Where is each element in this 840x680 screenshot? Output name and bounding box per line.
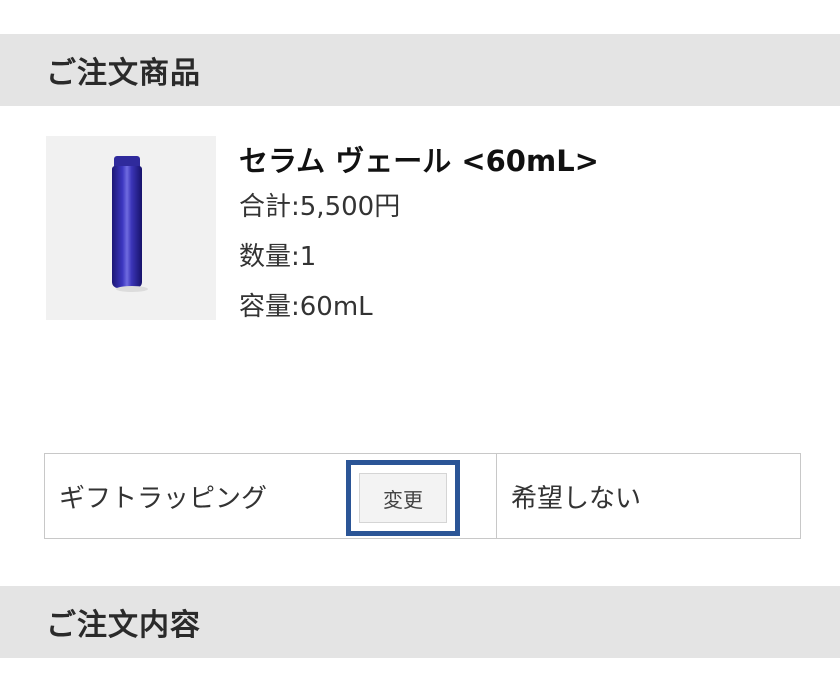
gift-wrapping-row: ギフトラッピング 変更 希望しない: [44, 453, 801, 539]
product-name: セラム ヴェール <60mL>: [239, 144, 599, 178]
cell-divider: [496, 454, 497, 538]
product-total: 合計:5,500円: [239, 192, 401, 222]
order-contents-title: ご注文内容: [46, 608, 201, 643]
change-button-label: 変更: [359, 473, 447, 523]
order-items-header: ご注文商品: [0, 34, 840, 106]
product-info: セラム ヴェール <60mL> 合計:5,500円 数量:1 容量:60mL: [239, 140, 599, 332]
product-image: [46, 136, 216, 320]
order-items-title: ご注文商品: [46, 56, 201, 91]
order-contents-header: ご注文内容: [0, 586, 840, 658]
gift-wrapping-value: 希望しない: [511, 483, 642, 514]
gift-wrapping-label: ギフトラッピング: [59, 483, 268, 514]
product-item: セラム ヴェール <60mL> 合計:5,500円 数量:1 容量:60mL: [46, 136, 806, 326]
product-volume: 容量:60mL: [239, 292, 373, 322]
change-gift-wrapping-button[interactable]: 変更: [346, 460, 460, 536]
product-quantity: 数量:1: [239, 242, 317, 272]
